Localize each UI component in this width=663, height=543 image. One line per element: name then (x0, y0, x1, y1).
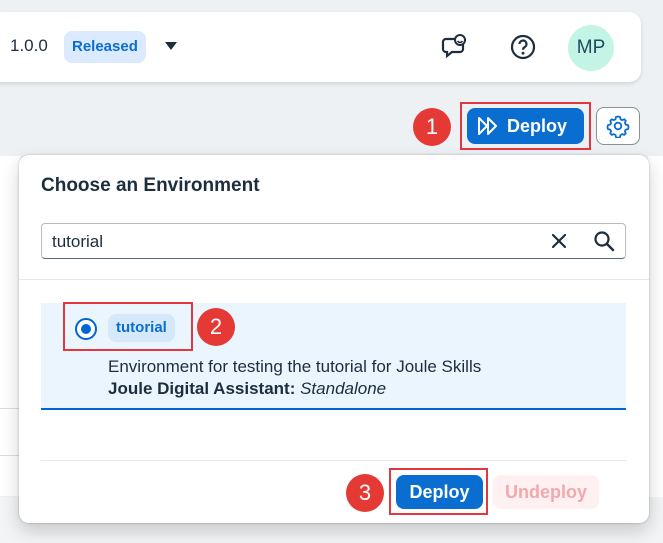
environment-description: Environment for testing the tutorial for… (108, 357, 482, 376)
divider (0, 408, 20, 409)
step-marker-2: 2 (197, 308, 235, 346)
clear-icon[interactable] (548, 230, 570, 252)
step-marker-3: 3 (346, 474, 384, 512)
dialog-title: Choose an Environment (41, 175, 260, 196)
highlight-box-environment (63, 302, 193, 351)
background-panel-right (648, 156, 663, 543)
highlight-box-dialog-deploy (389, 468, 488, 515)
footer-divider (41, 460, 626, 461)
dialog-undeploy-button[interactable]: Undeploy (493, 475, 599, 509)
joule-chat-icon[interactable] (440, 31, 470, 61)
environment-search-field[interactable] (41, 223, 626, 259)
environment-assistant-info: Joule Digital Assistant: Standalone (108, 379, 386, 399)
version-label: 1.0.0 (10, 36, 48, 55)
help-icon[interactable] (508, 32, 538, 62)
gear-icon (606, 115, 630, 138)
search-input[interactable] (52, 232, 532, 252)
search-icon[interactable] (592, 229, 616, 253)
deploy-button[interactable]: Deploy (467, 108, 584, 144)
deploy-button-label: Deploy (507, 115, 568, 136)
background-panel-left (0, 156, 20, 496)
fast-forward-icon (478, 117, 497, 135)
assistant-label: Joule Digital Assistant: (108, 379, 296, 398)
divider (19, 279, 649, 280)
avatar[interactable]: MP (568, 25, 614, 71)
divider (0, 455, 20, 456)
settings-button[interactable] (596, 107, 640, 145)
status-badge: Released (64, 31, 146, 63)
step-marker-1: 1 (413, 108, 451, 146)
assistant-value: Standalone (300, 379, 387, 398)
chevron-down-icon[interactable] (165, 42, 177, 50)
